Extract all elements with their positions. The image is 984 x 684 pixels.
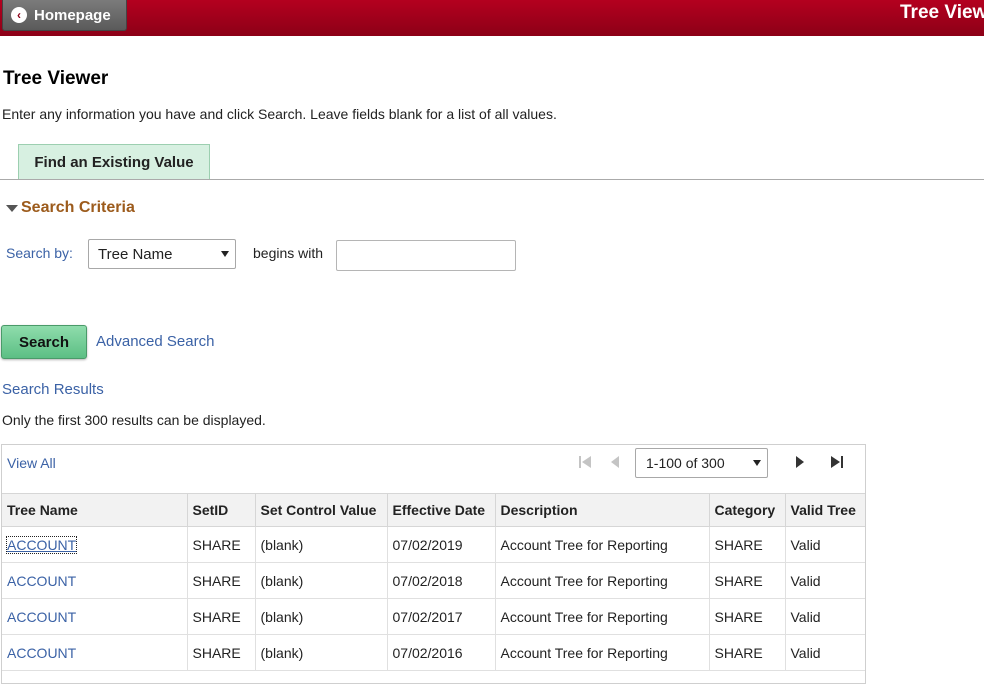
first-page-icon[interactable] [578, 455, 592, 469]
cell-tree-name: ACCOUNT [2, 562, 188, 599]
table-header-row: Tree Name SetID Set Control Value Effect… [2, 493, 865, 527]
cell-description: Account Tree for Reporting [495, 526, 710, 563]
column-header-setid[interactable]: SetID [187, 493, 256, 527]
cell-valid-tree: Valid [785, 562, 865, 599]
tab-find-existing-value[interactable]: Find an Existing Value [18, 144, 210, 179]
page-title: Tree Viewer [3, 68, 109, 89]
homepage-label: Homepage [34, 6, 111, 24]
table-row: ACCOUNT SHARE (blank) 07/02/2018 Account… [2, 562, 865, 599]
view-all-link[interactable]: View All [7, 455, 56, 471]
dropdown-arrow-icon [753, 460, 761, 466]
cell-tree-name: ACCOUNT [2, 526, 188, 563]
dropdown-arrow-icon [221, 251, 229, 257]
cell-setid: SHARE [187, 562, 256, 599]
tree-name-input[interactable] [336, 240, 516, 271]
tab-divider [0, 179, 984, 180]
cell-category: SHARE [709, 562, 786, 599]
search-by-label: Search by: [6, 245, 73, 261]
table-row: ACCOUNT SHARE (blank) 07/02/2016 Account… [2, 634, 865, 671]
column-header-category[interactable]: Category [709, 493, 786, 527]
cell-description: Account Tree for Reporting [495, 634, 710, 671]
column-header-tree-name[interactable]: Tree Name [2, 493, 188, 527]
operator-label: begins with [253, 245, 324, 261]
cell-tree-name: ACCOUNT [2, 634, 188, 671]
cell-category: SHARE [709, 598, 786, 635]
instructions-text: Enter any information you have and click… [2, 106, 557, 122]
cell-setid: SHARE [187, 526, 256, 563]
cell-set-control-value: (blank) [255, 634, 388, 671]
column-header-description[interactable]: Description [495, 493, 710, 527]
table-row: ACCOUNT SHARE (blank) 07/02/2019 Account… [2, 526, 865, 563]
last-page-icon[interactable] [829, 455, 845, 469]
cell-tree-name: ACCOUNT [2, 598, 188, 635]
column-header-valid-tree[interactable]: Valid Tree [785, 493, 865, 527]
triangle-down-icon [6, 204, 18, 212]
advanced-search-link[interactable]: Advanced Search [96, 333, 214, 350]
cell-effective-date: 07/02/2019 [387, 526, 496, 563]
cell-set-control-value: (blank) [255, 526, 388, 563]
homepage-button[interactable]: ‹ Homepage [2, 0, 127, 31]
tree-name-link[interactable]: ACCOUNT [7, 573, 76, 589]
cell-setid: SHARE [187, 598, 256, 635]
cell-effective-date: 07/02/2018 [387, 562, 496, 599]
tree-name-link[interactable]: ACCOUNT [5, 535, 78, 554]
chevron-left-icon: ‹ [11, 7, 27, 23]
search-button[interactable]: Search [1, 325, 87, 359]
results-limit-note: Only the first 300 results can be displa… [2, 412, 266, 428]
tree-name-link[interactable]: ACCOUNT [7, 609, 76, 625]
page-range-select[interactable]: 1-100 of 300 [635, 448, 768, 478]
cell-category: SHARE [709, 634, 786, 671]
header-banner: ‹ Homepage Tree Viewer [0, 0, 984, 36]
cell-set-control-value: (blank) [255, 562, 388, 599]
page-range-value: 1-100 of 300 [646, 455, 725, 471]
cell-setid: SHARE [187, 634, 256, 671]
cell-valid-tree: Valid [785, 598, 865, 635]
cell-category: SHARE [709, 526, 786, 563]
previous-page-icon[interactable] [608, 455, 622, 469]
cell-valid-tree: Valid [785, 634, 865, 671]
next-page-icon[interactable] [793, 455, 807, 469]
search-by-value: Tree Name [98, 245, 173, 263]
results-table: Tree Name SetID Set Control Value Effect… [2, 493, 865, 671]
search-criteria-toggle[interactable]: Search Criteria [6, 199, 135, 217]
table-row: ACCOUNT SHARE (blank) 07/02/2017 Account… [2, 598, 865, 635]
cell-effective-date: 07/02/2017 [387, 598, 496, 635]
cell-description: Account Tree for Reporting [495, 562, 710, 599]
search-results-label: Search Results [2, 381, 104, 398]
cell-set-control-value: (blank) [255, 598, 388, 635]
cell-valid-tree: Valid [785, 526, 865, 563]
column-header-effective-date[interactable]: Effective Date [387, 493, 496, 527]
search-by-select[interactable]: Tree Name [88, 239, 236, 269]
tree-name-link[interactable]: ACCOUNT [7, 645, 76, 661]
search-criteria-label: Search Criteria [21, 199, 135, 216]
column-header-set-control-value[interactable]: Set Control Value [255, 493, 388, 527]
cell-effective-date: 07/02/2016 [387, 634, 496, 671]
banner-title: Tree Viewer [900, 2, 984, 23]
cell-description: Account Tree for Reporting [495, 598, 710, 635]
